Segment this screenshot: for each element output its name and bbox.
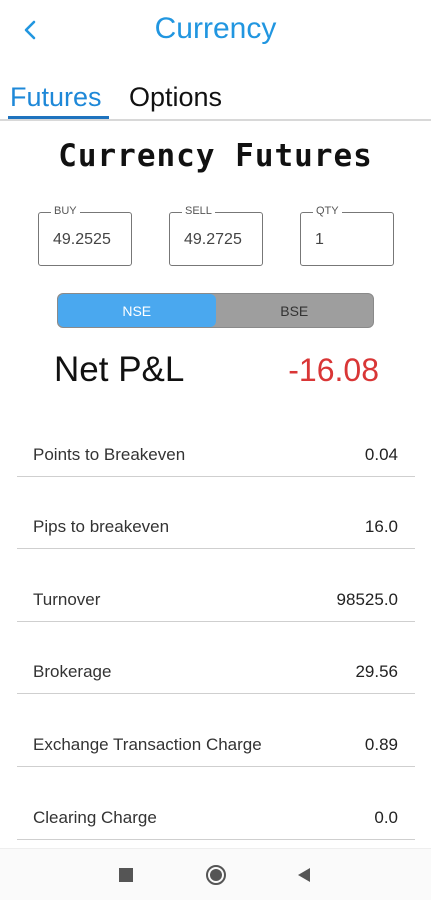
tab-futures[interactable]: Futures [10, 74, 102, 120]
row-value: 29.56 [355, 662, 398, 682]
sell-field[interactable]: SELL 49.2725 [169, 205, 263, 266]
sell-value: 49.2725 [184, 231, 242, 248]
row-value: 16.0 [364, 517, 398, 537]
tabs-divider [0, 119, 431, 121]
circle-icon [206, 865, 226, 885]
tab-options[interactable]: Options [129, 74, 222, 120]
buy-field[interactable]: BUY 49.2525 [38, 205, 132, 266]
list-item: Pips to breakeven 16.0 [17, 477, 415, 550]
charges-list: Points to Breakeven 0.04 Pips to breakev… [17, 404, 415, 840]
qty-label: QTY [313, 205, 342, 217]
tab-bar: Futures Options [0, 74, 431, 122]
exchange-option-nse[interactable]: NSE [58, 294, 216, 327]
exchange-toggle: NSE BSE [57, 293, 374, 328]
row-value: 0.89 [364, 734, 398, 754]
buy-label: BUY [51, 205, 80, 217]
net-pnl-value: -16.08 [288, 352, 379, 388]
qty-value: 1 [315, 231, 324, 248]
list-item: Points to Breakeven 0.04 [17, 404, 415, 477]
triangle-left-icon [298, 868, 310, 882]
app-header: Currency [0, 0, 431, 62]
row-value: 0.0 [374, 807, 398, 827]
list-item: Turnover 98525.0 [17, 549, 415, 622]
sell-label: SELL [182, 205, 215, 217]
buy-value: 49.2525 [53, 231, 111, 248]
page-title: Currency [154, 12, 277, 45]
row-label: Clearing Charge [33, 807, 157, 827]
list-item: Exchange Transaction Charge 0.89 [17, 694, 415, 767]
net-pnl-label: Net P&L [54, 350, 185, 389]
row-label: Brokerage [33, 662, 112, 682]
currency-screen: Currency Futures Options Currency Future… [0, 0, 431, 900]
recents-button[interactable] [114, 863, 138, 887]
exchange-option-bse[interactable]: BSE [216, 294, 374, 327]
list-item: Brokerage 29.56 [17, 622, 415, 695]
qty-field[interactable]: QTY 1 [300, 205, 394, 266]
row-label: Pips to breakeven [33, 517, 170, 537]
row-value: 98525.0 [336, 589, 398, 609]
system-navigation-bar [0, 848, 431, 900]
row-label: Points to Breakeven [33, 444, 186, 464]
back-nav-button[interactable] [292, 863, 316, 887]
row-label: Exchange Transaction Charge [33, 734, 262, 754]
section-title: Currency Futures [58, 138, 373, 174]
row-label: Turnover [33, 589, 101, 609]
home-button[interactable] [204, 863, 228, 887]
square-icon [119, 868, 133, 882]
list-item: Clearing Charge 0.0 [17, 767, 415, 840]
row-value: 0.04 [364, 444, 398, 464]
